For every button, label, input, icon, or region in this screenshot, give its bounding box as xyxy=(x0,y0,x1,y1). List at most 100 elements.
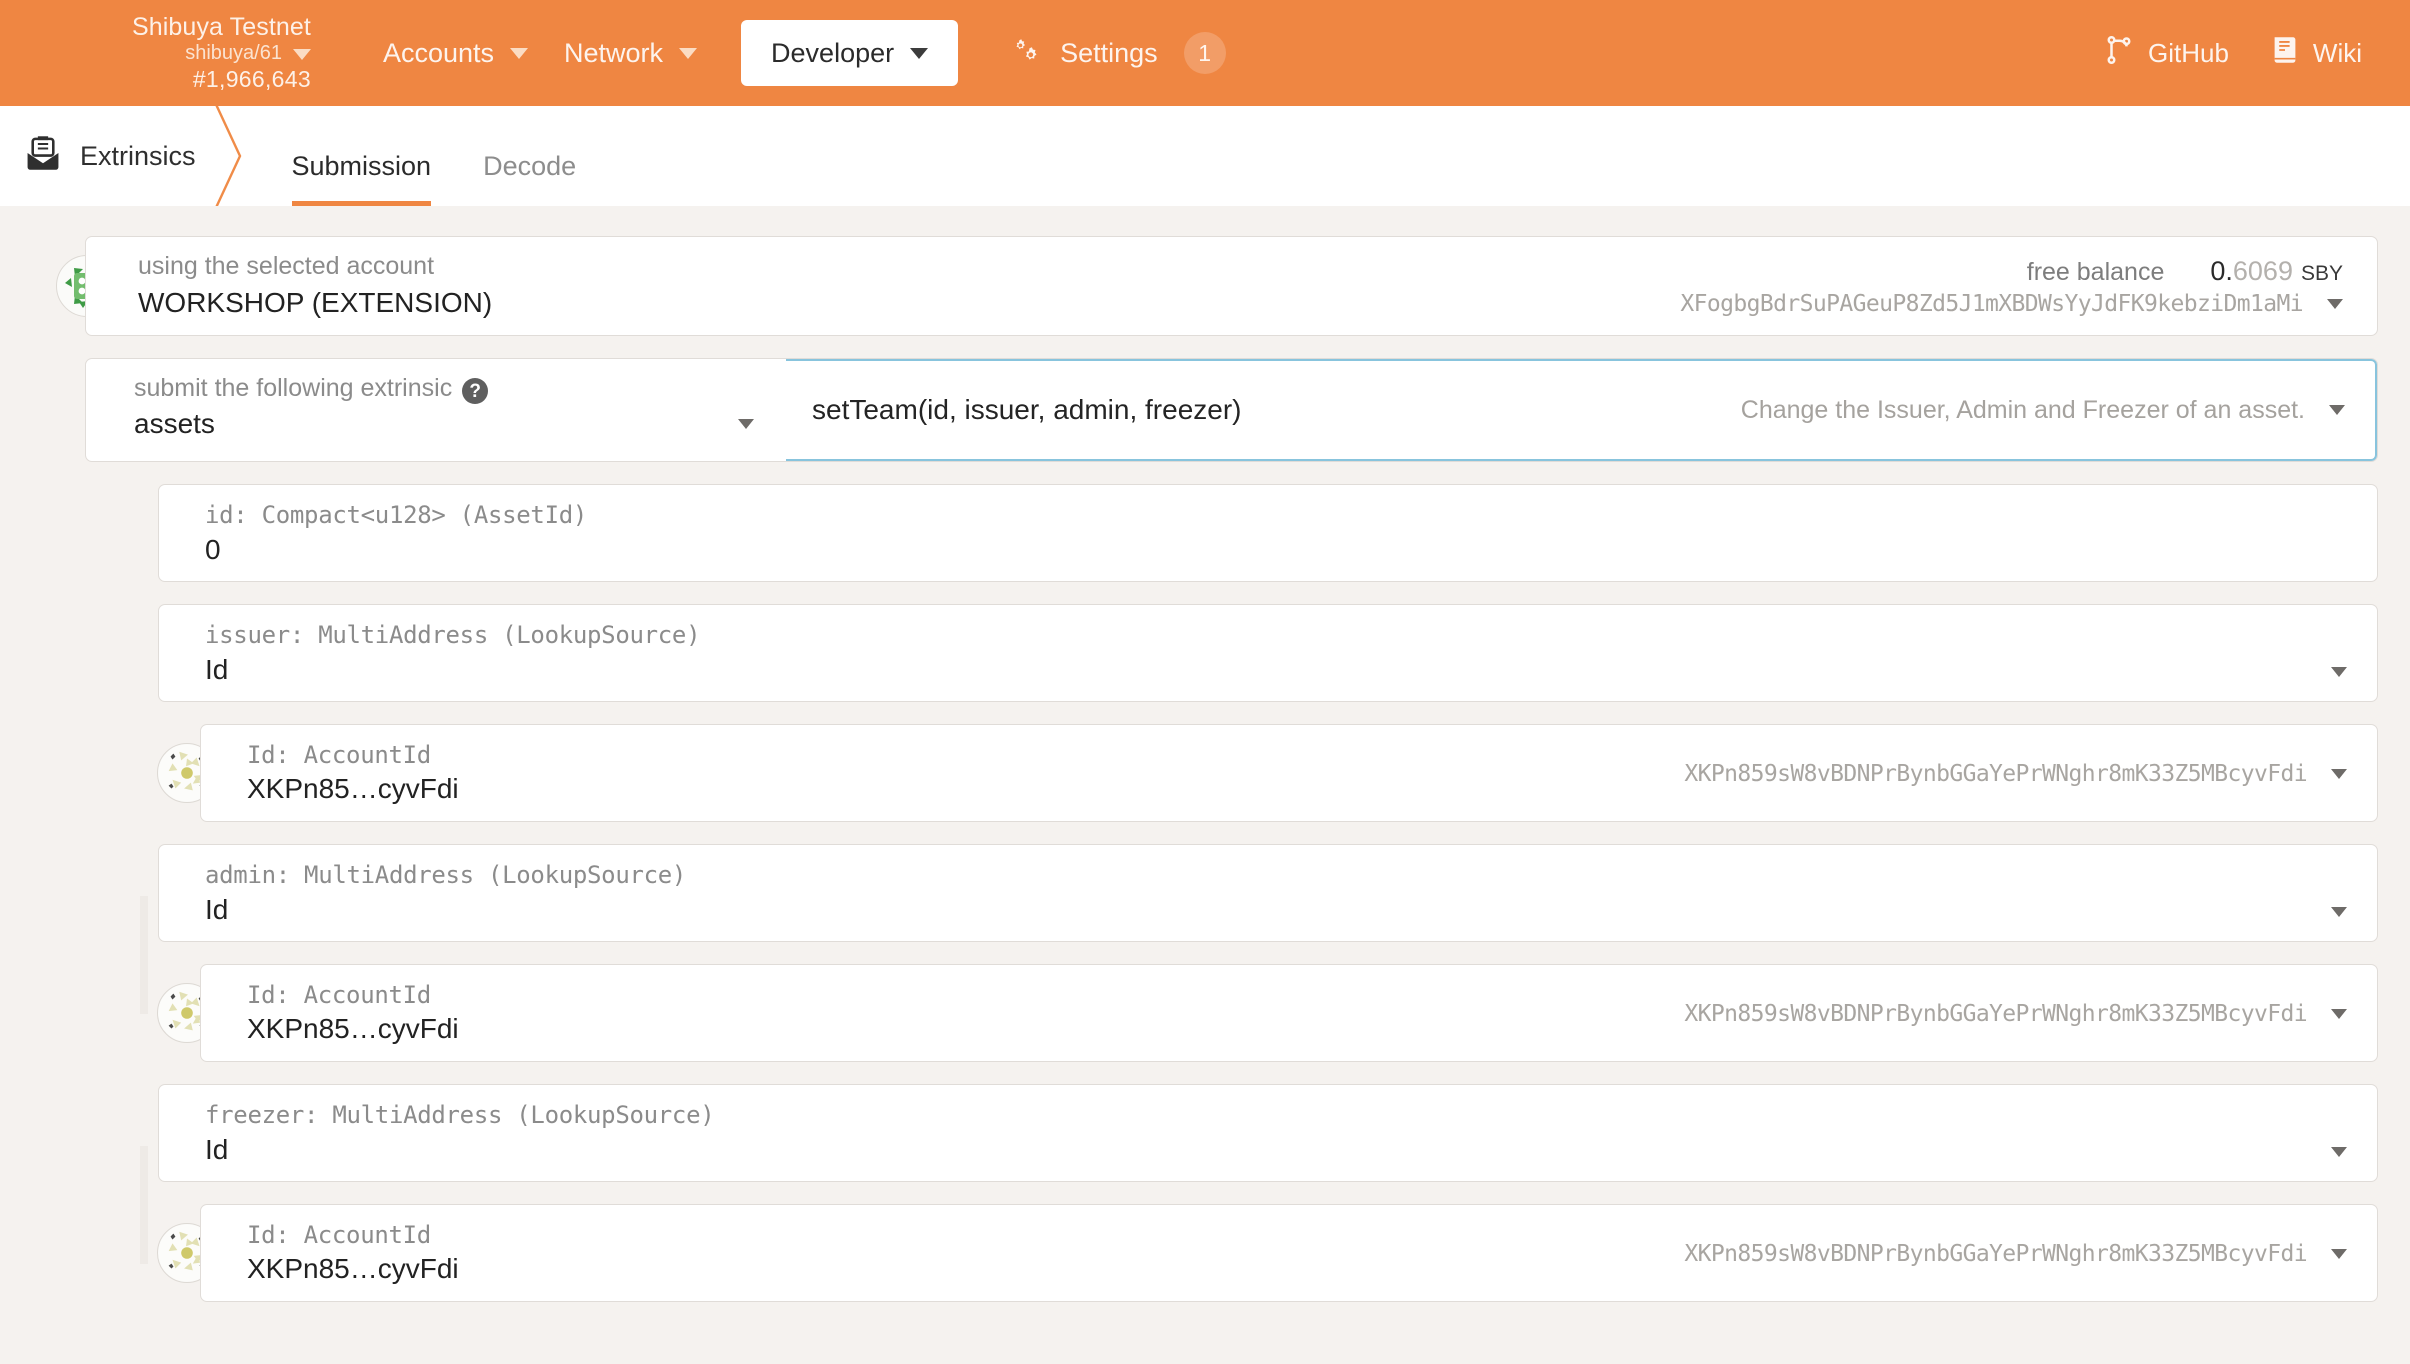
subparam-freezer-full-address: XKPn859sW8vBDNPrBynbGGaYePrWNghr8mK33Z5M… xyxy=(1684,1241,2307,1267)
extrinsics-icon xyxy=(26,135,60,178)
free-balance-amount: 0.6069 SBY xyxy=(2210,255,2343,286)
account-address-row[interactable]: XFogbgBdrSuPAGeuP8Zd5J1mXBDWsYyJdFK9kebz… xyxy=(1680,291,2343,317)
nav-label-settings: Settings xyxy=(1060,37,1158,68)
chevron-down-icon[interactable] xyxy=(2331,1249,2347,1259)
subparam-freezer-short-address: XKPn85…cyvFdi xyxy=(247,1253,459,1285)
method-selector[interactable]: setTeam(id, issuer, admin, freezer) Chan… xyxy=(786,359,2377,461)
param-issuer-text: issuer: MultiAddress (LookupSource) Id xyxy=(205,620,701,689)
gear-icon xyxy=(1010,38,1044,68)
chevron-down-icon[interactable] xyxy=(2331,907,2347,917)
chevron-down-icon[interactable] xyxy=(292,48,311,60)
param-issuer-type: issuer: MultiAddress (LookupSource) xyxy=(205,620,701,649)
subparam-admin-wrap: Id: AccountId XKPn85…cyvFdi XKPn859sW8vB… xyxy=(157,964,2378,1062)
nesting-guide-line xyxy=(140,896,148,1014)
chevron-down-icon[interactable] xyxy=(2331,1147,2347,1157)
chevron-down-icon xyxy=(679,47,698,59)
free-balance: free balance 0.6069 SBY xyxy=(2027,256,2343,287)
pallet-value: assets xyxy=(134,408,215,440)
subparam-issuer-address-row[interactable]: XKPn859sW8vBDNPrBynbGGaYePrWNghr8mK33Z5M… xyxy=(1684,761,2347,787)
chain-spec: shibuya/61 xyxy=(185,42,282,65)
tab-bar: Extrinsics Submission Decode xyxy=(0,106,2410,206)
account-selector-card[interactable]: using the selected account WORKSHOP (EXT… xyxy=(85,236,2378,336)
section-label: Extrinsics xyxy=(80,140,196,171)
subparam-issuer-type: Id: AccountId xyxy=(247,741,431,770)
chevron-down-icon[interactable] xyxy=(738,419,754,430)
settings-badge: 1 xyxy=(1183,32,1226,74)
param-freezer-text: freezer: MultiAddress (LookupSource) Id xyxy=(205,1100,715,1169)
method-value: setTeam(id, issuer, admin, freezer) xyxy=(812,394,1242,425)
nav-label-accounts: Accounts xyxy=(382,37,495,68)
wiki-link[interactable]: Wiki xyxy=(2271,35,2362,72)
subparam-admin[interactable]: Id: AccountId XKPn85…cyvFdi XKPn859sW8vB… xyxy=(200,964,2378,1062)
github-label: GitHub xyxy=(2147,37,2229,68)
subparam-admin-text: Id: AccountId XKPn85…cyvFdi xyxy=(247,980,459,1048)
param-admin-text: admin: MultiAddress (LookupSource) Id xyxy=(205,860,686,929)
param-id[interactable]: id: Compact<u128> (AssetId) 0 xyxy=(158,484,2378,582)
extrinsic-caption: submit the following extrinsic? xyxy=(134,373,786,405)
top-navigation-bar: Shibuya Testnet shibuya/61 #1,966,643 Ac… xyxy=(0,0,2410,106)
subparam-issuer-short-address: XKPn85…cyvFdi xyxy=(247,773,459,805)
account-balance-block: free balance 0.6069 SBY XFogbgBdrSuPAGeuP… xyxy=(1680,256,2343,317)
subparam-freezer-address-row[interactable]: XKPn859sW8vBDNPrBynbGGaYePrWNghr8mK33Z5M… xyxy=(1684,1241,2347,1267)
chevron-down-icon[interactable] xyxy=(2331,769,2347,779)
nav-item-accounts[interactable]: Accounts xyxy=(365,38,546,69)
param-id-value[interactable]: 0 xyxy=(205,532,587,568)
tab-divider xyxy=(196,106,266,206)
subparam-freezer-wrap: Id: AccountId XKPn85…cyvFdi XKPn859sW8vB… xyxy=(157,1204,2378,1302)
nesting-guide-line xyxy=(140,1146,148,1264)
account-row-wrapper: using the selected account WORKSHOP (EXT… xyxy=(0,236,2410,336)
chevron-down-icon[interactable] xyxy=(2331,667,2347,677)
account-info: using the selected account WORKSHOP (EXT… xyxy=(138,251,492,322)
chevron-down-icon xyxy=(510,47,529,59)
subparam-issuer-full-address: XKPn859sW8vBDNPrBynbGGaYePrWNghr8mK33Z5M… xyxy=(1684,761,2307,787)
topbar-external-links: GitHub Wiki xyxy=(2104,35,2362,72)
tab-submission-label: Submission xyxy=(291,151,432,181)
book-icon xyxy=(2271,35,2299,72)
method-description: Change the Issuer, Admin and Freezer of … xyxy=(1740,395,2305,424)
param-admin-type: admin: MultiAddress (LookupSource) xyxy=(205,860,687,889)
account-name: WORKSHOP (EXTENSION) xyxy=(138,286,493,318)
chain-name: Shibuya Testnet xyxy=(132,12,311,41)
subparam-issuer[interactable]: Id: AccountId XKPn85…cyvFdi XKPn859sW8vB… xyxy=(200,724,2378,822)
subparam-admin-type: Id: AccountId xyxy=(247,981,431,1010)
subparam-admin-address-row[interactable]: XKPn859sW8vBDNPrBynbGGaYePrWNghr8mK33Z5M… xyxy=(1684,1001,2347,1027)
tab-list: Submission Decode xyxy=(266,106,603,206)
nav-item-settings[interactable]: Settings 1 xyxy=(992,32,1244,74)
extrinsics-form: using the selected account WORKSHOP (EXT… xyxy=(0,206,2410,1364)
tab-decode[interactable]: Decode xyxy=(457,153,602,206)
param-issuer-value: Id xyxy=(205,653,229,685)
param-id-type: id: Compact<u128> (AssetId) xyxy=(205,500,588,529)
param-freezer[interactable]: freezer: MultiAddress (LookupSource) Id xyxy=(158,1084,2378,1182)
chevron-down-icon[interactable] xyxy=(2329,405,2345,415)
param-freezer-value: Id xyxy=(205,1133,229,1165)
chevron-down-icon[interactable] xyxy=(2331,1009,2347,1019)
param-issuer[interactable]: issuer: MultiAddress (LookupSource) Id xyxy=(158,604,2378,702)
nav-item-network[interactable]: Network xyxy=(546,38,715,69)
chevron-down-icon[interactable] xyxy=(2327,298,2343,309)
subparam-admin-short-address: XKPn85…cyvFdi xyxy=(247,1013,459,1045)
nav-label-network: Network xyxy=(564,37,664,68)
subparam-freezer-type: Id: AccountId xyxy=(247,1221,431,1250)
extrinsic-selector-card: submit the following extrinsic? assets s… xyxy=(85,358,2378,462)
tab-submission[interactable]: Submission xyxy=(266,153,458,206)
chain-block-number: #1,966,643 xyxy=(192,65,311,92)
wiki-label: Wiki xyxy=(2312,37,2362,68)
subparam-freezer[interactable]: Id: AccountId XKPn85…cyvFdi XKPn859sW8vB… xyxy=(200,1204,2378,1302)
param-admin[interactable]: admin: MultiAddress (LookupSource) Id xyxy=(158,844,2378,942)
help-icon[interactable]: ? xyxy=(462,378,489,405)
account-caption: using the selected account xyxy=(138,251,435,280)
nav-item-developer[interactable]: Developer xyxy=(741,20,959,86)
free-balance-label: free balance xyxy=(2026,257,2165,286)
subparam-issuer-text: Id: AccountId XKPn85…cyvFdi xyxy=(247,740,459,808)
method-description-wrap: Change the Issuer, Admin and Freezer of … xyxy=(1741,396,2345,425)
pallet-select-row[interactable]: assets xyxy=(134,406,754,442)
chain-selector[interactable]: Shibuya Testnet shibuya/61 #1,966,643 xyxy=(132,13,315,93)
github-link[interactable]: GitHub xyxy=(2104,35,2229,72)
pallet-selector[interactable]: submit the following extrinsic? assets xyxy=(86,359,786,461)
